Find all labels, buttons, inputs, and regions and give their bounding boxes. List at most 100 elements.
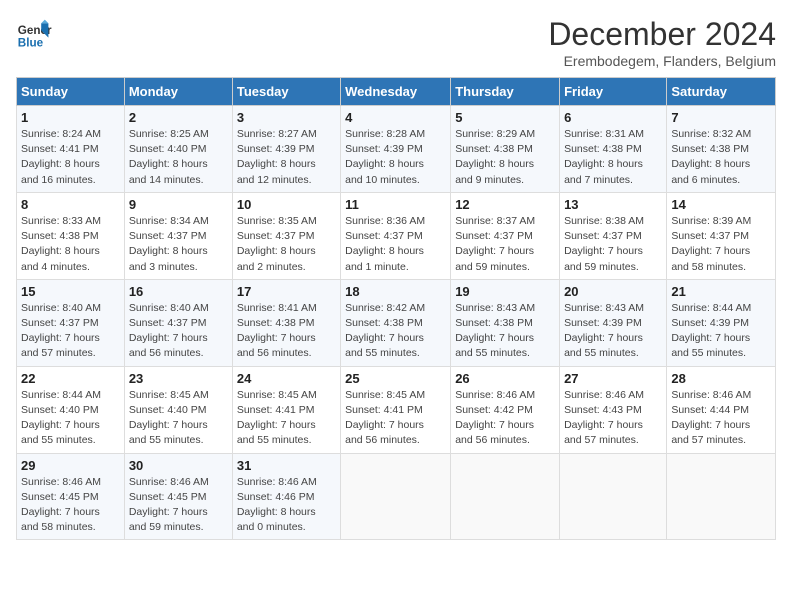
calendar-cell: 26 Sunrise: 8:46 AM Sunset: 4:42 PM Dayli… (451, 366, 560, 453)
day-info: Sunrise: 8:28 AM Sunset: 4:39 PM Dayligh… (345, 127, 446, 188)
day-number: 2 (129, 110, 228, 125)
calendar-cell: 21Sunrise: 8:44 AM Sunset: 4:39 PM Dayli… (667, 279, 776, 366)
calendar-header-row: SundayMondayTuesdayWednesdayThursdayFrid… (17, 78, 776, 106)
day-number: 22 (21, 371, 120, 386)
calendar-cell (560, 453, 667, 540)
calendar-cell (341, 453, 451, 540)
day-info: Sunrise: 8:32 AM Sunset: 4:38 PM Dayligh… (671, 127, 771, 188)
day-info: Sunrise: 8:37 AM Sunset: 4:37 PM Dayligh… (455, 214, 555, 275)
calendar-cell (667, 453, 776, 540)
calendar-body: 1 Sunrise: 8:24 AM Sunset: 4:41 PM Daylig… (17, 106, 776, 540)
day-info: Sunrise: 8:43 AM Sunset: 4:38 PM Dayligh… (455, 301, 555, 362)
day-number: 11 (345, 197, 446, 212)
day-number: 25 (345, 371, 446, 386)
day-number: 27 (564, 371, 662, 386)
calendar-cell: 27 Sunrise: 8:46 AM Sunset: 4:43 PM Dayli… (560, 366, 667, 453)
calendar-cell: 15 Sunrise: 8:40 AM Sunset: 4:37 PM Dayli… (17, 279, 125, 366)
day-number: 28 (671, 371, 771, 386)
day-header-friday: Friday (560, 78, 667, 106)
day-number: 18 (345, 284, 446, 299)
day-number: 6 (564, 110, 662, 125)
day-info: Sunrise: 8:46 AM Sunset: 4:42 PM Dayligh… (455, 388, 555, 449)
day-number: 20 (564, 284, 662, 299)
day-header-wednesday: Wednesday (341, 78, 451, 106)
day-number: 9 (129, 197, 228, 212)
day-number: 12 (455, 197, 555, 212)
calendar-cell: 2Sunrise: 8:25 AM Sunset: 4:40 PM Daylig… (124, 106, 232, 193)
calendar-cell: 8 Sunrise: 8:33 AM Sunset: 4:38 PM Daylig… (17, 192, 125, 279)
calendar-cell: 16 Sunrise: 8:40 AM Sunset: 4:37 PM Dayli… (124, 279, 232, 366)
day-number: 29 (21, 458, 120, 473)
calendar-cell: 28 Sunrise: 8:46 AM Sunset: 4:44 PM Dayli… (667, 366, 776, 453)
day-info: Sunrise: 8:27 AM Sunset: 4:39 PM Dayligh… (237, 127, 336, 188)
day-number: 19 (455, 284, 555, 299)
day-info: Sunrise: 8:31 AM Sunset: 4:38 PM Dayligh… (564, 127, 662, 188)
day-info: Sunrise: 8:24 AM Sunset: 4:41 PM Dayligh… (21, 127, 120, 188)
calendar-cell (451, 453, 560, 540)
calendar-cell: 13 Sunrise: 8:38 AM Sunset: 4:37 PM Dayli… (560, 192, 667, 279)
day-number: 16 (129, 284, 228, 299)
day-info: Sunrise: 8:38 AM Sunset: 4:37 PM Dayligh… (564, 214, 662, 275)
calendar-cell: 22Sunrise: 8:44 AM Sunset: 4:40 PM Dayli… (17, 366, 125, 453)
svg-text:Blue: Blue (18, 37, 44, 50)
day-info: Sunrise: 8:36 AM Sunset: 4:37 PM Dayligh… (345, 214, 446, 275)
subtitle: Erembodegem, Flanders, Belgium (548, 53, 776, 69)
header: General Blue December 2024 Erembodegem, … (16, 16, 776, 69)
day-number: 1 (21, 110, 120, 125)
title-area: December 2024 Erembodegem, Flanders, Bel… (548, 16, 776, 69)
day-number: 26 (455, 371, 555, 386)
calendar-cell: 30 Sunrise: 8:46 AM Sunset: 4:45 PM Dayli… (124, 453, 232, 540)
day-number: 13 (564, 197, 662, 212)
day-number: 15 (21, 284, 120, 299)
day-info: Sunrise: 8:45 AM Sunset: 4:41 PM Dayligh… (345, 388, 446, 449)
calendar-week-2: 8 Sunrise: 8:33 AM Sunset: 4:38 PM Daylig… (17, 192, 776, 279)
day-number: 7 (671, 110, 771, 125)
calendar-cell: 14Sunrise: 8:39 AM Sunset: 4:37 PM Dayli… (667, 192, 776, 279)
day-number: 17 (237, 284, 336, 299)
logo: General Blue (16, 16, 52, 52)
calendar-week-1: 1 Sunrise: 8:24 AM Sunset: 4:41 PM Daylig… (17, 106, 776, 193)
day-info: Sunrise: 8:46 AM Sunset: 4:45 PM Dayligh… (21, 475, 120, 536)
calendar-cell: 19 Sunrise: 8:43 AM Sunset: 4:38 PM Dayli… (451, 279, 560, 366)
calendar-cell: 4 Sunrise: 8:28 AM Sunset: 4:39 PM Daylig… (341, 106, 451, 193)
calendar-week-4: 22Sunrise: 8:44 AM Sunset: 4:40 PM Dayli… (17, 366, 776, 453)
calendar-cell: 9Sunrise: 8:34 AM Sunset: 4:37 PM Daylig… (124, 192, 232, 279)
day-number: 4 (345, 110, 446, 125)
calendar-cell: 18Sunrise: 8:42 AM Sunset: 4:38 PM Dayli… (341, 279, 451, 366)
day-info: Sunrise: 8:35 AM Sunset: 4:37 PM Dayligh… (237, 214, 336, 275)
calendar-cell: 5Sunrise: 8:29 AM Sunset: 4:38 PM Daylig… (451, 106, 560, 193)
day-number: 3 (237, 110, 336, 125)
calendar-cell: 29 Sunrise: 8:46 AM Sunset: 4:45 PM Dayli… (17, 453, 125, 540)
calendar-cell: 7 Sunrise: 8:32 AM Sunset: 4:38 PM Daylig… (667, 106, 776, 193)
calendar-cell: 20Sunrise: 8:43 AM Sunset: 4:39 PM Dayli… (560, 279, 667, 366)
day-info: Sunrise: 8:46 AM Sunset: 4:46 PM Dayligh… (237, 475, 336, 536)
calendar-cell: 17 Sunrise: 8:41 AM Sunset: 4:38 PM Dayli… (232, 279, 340, 366)
day-info: Sunrise: 8:40 AM Sunset: 4:37 PM Dayligh… (21, 301, 120, 362)
day-info: Sunrise: 8:46 AM Sunset: 4:44 PM Dayligh… (671, 388, 771, 449)
day-info: Sunrise: 8:46 AM Sunset: 4:45 PM Dayligh… (129, 475, 228, 536)
day-info: Sunrise: 8:33 AM Sunset: 4:38 PM Dayligh… (21, 214, 120, 275)
calendar-cell: 1 Sunrise: 8:24 AM Sunset: 4:41 PM Daylig… (17, 106, 125, 193)
day-info: Sunrise: 8:39 AM Sunset: 4:37 PM Dayligh… (671, 214, 771, 275)
day-info: Sunrise: 8:41 AM Sunset: 4:38 PM Dayligh… (237, 301, 336, 362)
day-number: 30 (129, 458, 228, 473)
day-info: Sunrise: 8:40 AM Sunset: 4:37 PM Dayligh… (129, 301, 228, 362)
calendar-cell: 10 Sunrise: 8:35 AM Sunset: 4:37 PM Dayli… (232, 192, 340, 279)
day-header-sunday: Sunday (17, 78, 125, 106)
calendar-cell: 31 Sunrise: 8:46 AM Sunset: 4:46 PM Dayli… (232, 453, 340, 540)
calendar-week-3: 15 Sunrise: 8:40 AM Sunset: 4:37 PM Dayli… (17, 279, 776, 366)
calendar-cell: 23Sunrise: 8:45 AM Sunset: 4:40 PM Dayli… (124, 366, 232, 453)
day-number: 10 (237, 197, 336, 212)
day-info: Sunrise: 8:46 AM Sunset: 4:43 PM Dayligh… (564, 388, 662, 449)
day-number: 5 (455, 110, 555, 125)
calendar: SundayMondayTuesdayWednesdayThursdayFrid… (16, 77, 776, 540)
day-number: 31 (237, 458, 336, 473)
logo-icon: General Blue (16, 16, 52, 52)
day-number: 8 (21, 197, 120, 212)
main-title: December 2024 (548, 16, 776, 53)
calendar-week-5: 29 Sunrise: 8:46 AM Sunset: 4:45 PM Dayli… (17, 453, 776, 540)
day-number: 21 (671, 284, 771, 299)
calendar-cell: 6 Sunrise: 8:31 AM Sunset: 4:38 PM Daylig… (560, 106, 667, 193)
calendar-cell: 25 Sunrise: 8:45 AM Sunset: 4:41 PM Dayli… (341, 366, 451, 453)
calendar-cell: 3 Sunrise: 8:27 AM Sunset: 4:39 PM Daylig… (232, 106, 340, 193)
